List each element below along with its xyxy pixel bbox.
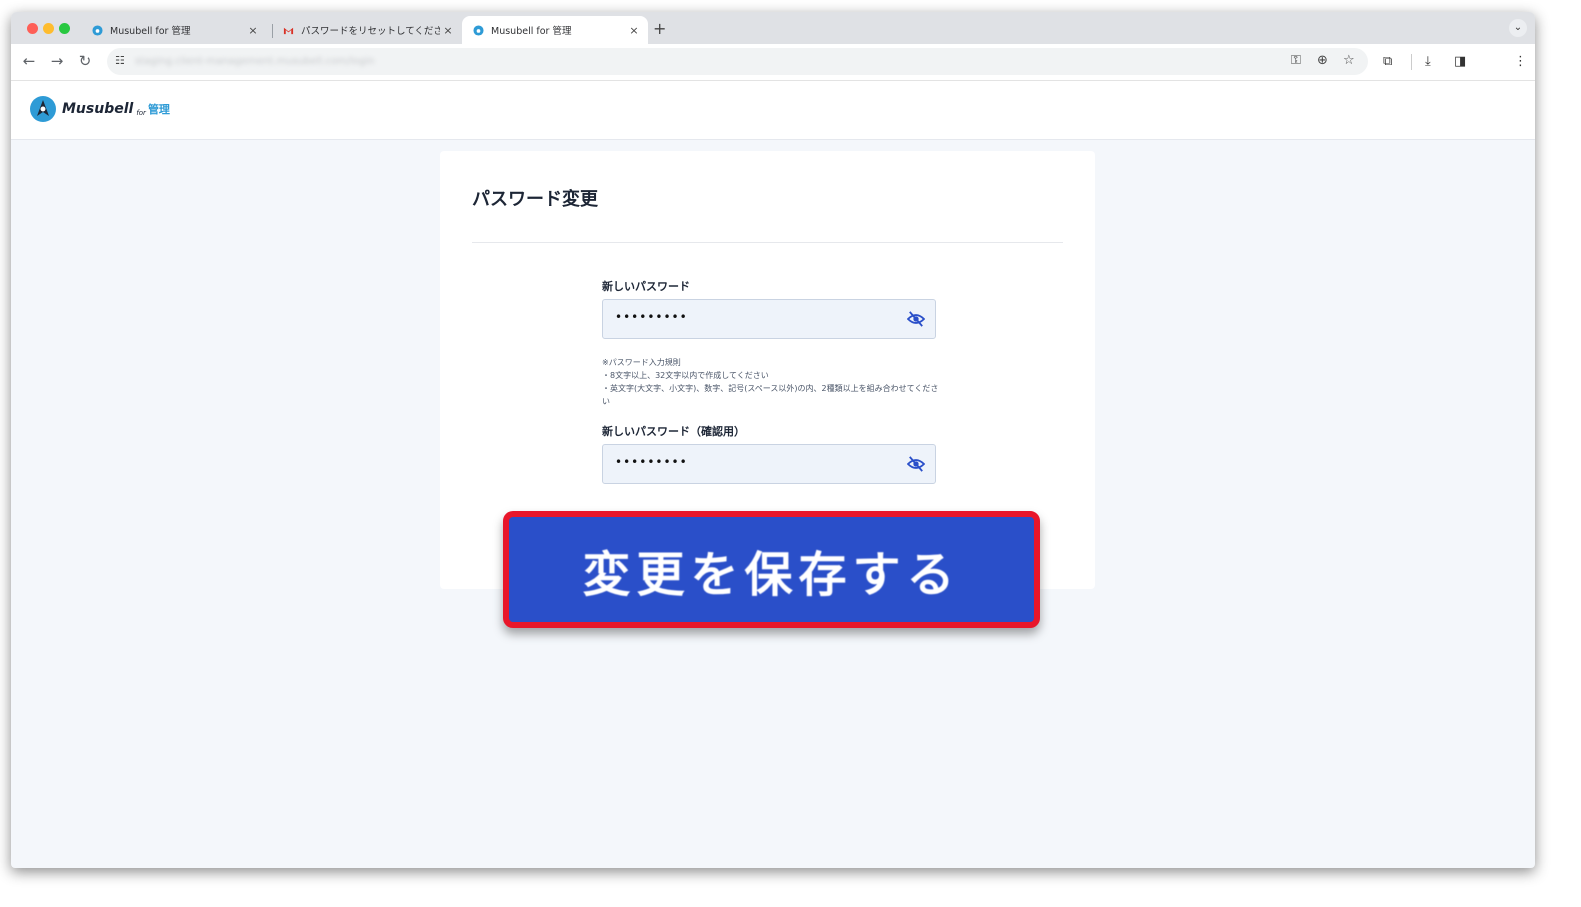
app-header: Musubell for 管理 [11,81,1535,140]
new-password-input[interactable]: ••••••••• [602,299,936,339]
tab-musubell-active[interactable]: Musubell for 管理 × [462,16,648,44]
page-title: パスワード変更 [472,189,598,210]
password-key-icon[interactable]: ⚿ [1291,53,1301,68]
tab-title: Musubell for 管理 [110,26,191,37]
extensions-puzzle-icon[interactable]: ⧉ [1383,54,1392,69]
tab-strip: Musubell for 管理 × パスワードをリセットしてくださ × Musu… [11,12,1535,44]
more-menu-icon[interactable]: ⋮ [1514,54,1527,69]
musubell-logo-icon [30,96,56,122]
musubell-favicon-icon [92,24,103,36]
tab-close-icon[interactable]: × [245,24,261,37]
url-text: staging.client-management.musubell.com/l… [135,56,375,67]
reload-icon[interactable]: ↻ [75,52,95,70]
close-window-icon[interactable] [27,23,38,34]
tab-musubell-1[interactable]: Musubell for 管理 × [81,16,267,44]
eye-off-icon[interactable] [907,456,925,472]
tab-title: パスワードをリセットしてくださ [301,26,440,37]
tab-search-chevron-icon[interactable]: ⌄ [1509,19,1527,37]
new-password-value: ••••••••• [615,310,688,324]
save-button-label: 変更を保存する [582,546,961,603]
tab-close-icon[interactable]: × [626,24,642,37]
zoom-icon[interactable]: ⊕ [1317,53,1328,68]
password-rules: ※パスワード入力規則 ・8文字以上、32文字以内で作成してください ・英文字(大… [602,356,942,408]
title-divider [472,242,1063,243]
minimize-window-icon[interactable] [43,23,54,34]
confirm-password-value: ••••••••• [615,455,688,469]
confirm-password-label: 新しいパスワード（確認用） [602,425,745,438]
address-bar[interactable]: ☷ staging.client-management.musubell.com… [107,48,1368,75]
browser-window: Musubell for 管理 × パスワードをリセットしてくださ × Musu… [11,12,1535,868]
toolbar-separator [1411,54,1412,70]
logo-name: Musubell [62,101,134,117]
save-changes-button[interactable]: 変更を保存する [503,511,1040,628]
bookmark-star-icon[interactable]: ☆ [1343,53,1355,68]
new-tab-button[interactable]: + [653,19,666,38]
tab-close-icon[interactable]: × [440,24,456,37]
confirm-password-input[interactable]: ••••••••• [602,444,936,484]
new-password-label: 新しいパスワード [602,280,690,293]
tab-gmail[interactable]: パスワードをリセットしてくださ × [272,16,462,44]
logo-kanri: 管理 [147,103,170,116]
tab-title: Musubell for 管理 [491,26,572,37]
musubell-logo[interactable]: Musubell for 管理 [29,95,170,123]
side-panel-icon[interactable]: ◨ [1454,54,1466,69]
rules-heading: ※パスワード入力規則 [602,358,681,367]
back-arrow-icon[interactable]: ← [19,52,39,70]
musubell-favicon-icon [473,24,484,36]
maximize-window-icon[interactable] [59,23,70,34]
site-settings-icon[interactable]: ☷ [115,54,125,67]
download-icon[interactable]: ⤓ [1425,54,1431,69]
logo-for: for [136,109,146,117]
rule-length: ・8文字以上、32文字以内で作成してください [602,371,769,380]
browser-toolbar: ← → ↻ ☷ staging.client-management.musube… [11,44,1535,81]
rule-characters: ・英文字(大文字、小文字)、数字、記号(スペース以外)の内、2種類以上を組み合わ… [602,384,939,406]
forward-arrow-icon[interactable]: → [47,52,67,70]
eye-off-icon[interactable] [907,311,925,327]
gmail-icon [283,27,294,34]
